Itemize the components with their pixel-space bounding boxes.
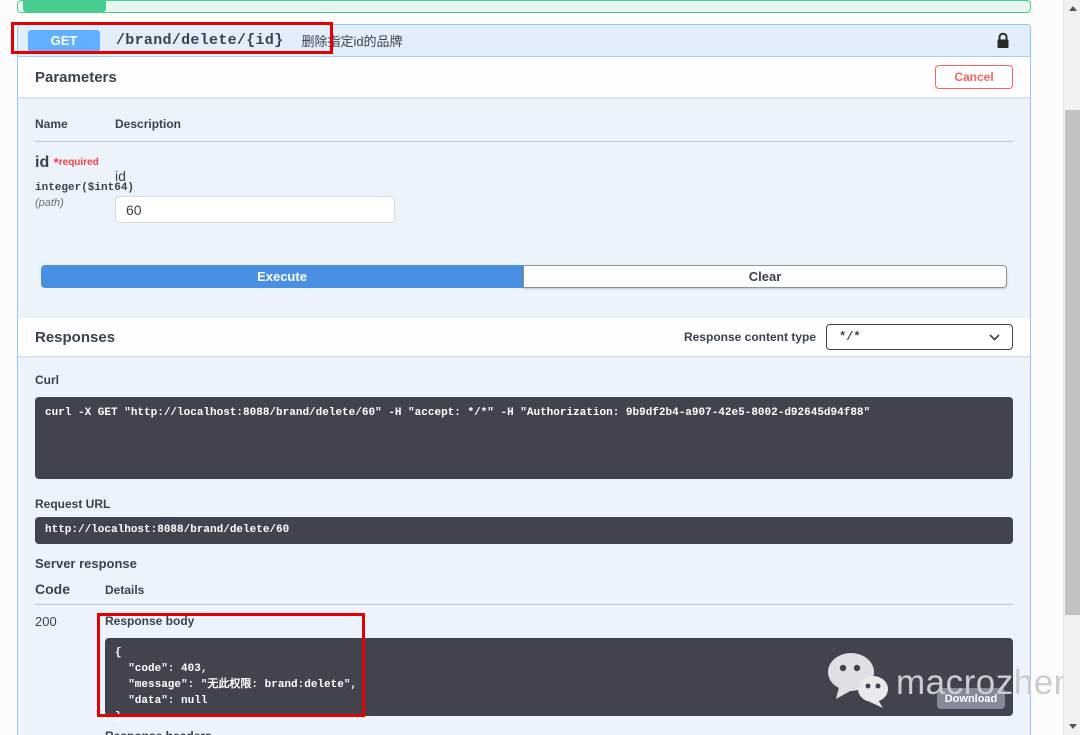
execute-wrapper: Execute Clear: [41, 265, 1007, 288]
parameter-description-cell: id: [115, 154, 1013, 223]
name-column-header: Name: [35, 117, 68, 131]
response-body-json: { "code": 403, "message": "无此权限: brand:d…: [115, 647, 358, 723]
authorization-lock-icon[interactable]: [996, 32, 1010, 49]
previous-endpoint-block[interactable]: [17, 0, 1031, 13]
details-column-header: Details: [105, 583, 145, 597]
responses-title: Responses: [35, 328, 116, 346]
response-content-type-label: Response content type: [683, 330, 816, 344]
id-value-input[interactable]: [115, 196, 395, 223]
response-content-type-select[interactable]: */*: [826, 324, 1013, 350]
endpoint-path: /brand/delete/{id}: [116, 32, 284, 49]
status-code: 200: [35, 614, 57, 629]
required-label: required: [58, 157, 99, 168]
request-url-label: Request URL: [35, 497, 111, 511]
responses-body: Curl curl -X GET "http://localhost:8088/…: [18, 356, 1030, 735]
parameter-description: id: [115, 168, 126, 184]
parameter-name: id *required: [35, 154, 99, 171]
parameters-header: Parameters Cancel: [18, 57, 1030, 97]
curl-label: Curl: [35, 373, 59, 387]
response-table-header: Code Details: [35, 581, 1013, 605]
content-type-value: */*: [839, 330, 861, 344]
clear-button[interactable]: Clear: [523, 265, 1007, 288]
server-response-label: Server response: [35, 556, 137, 571]
chevron-down-icon: [989, 328, 1000, 346]
response-body-block: { "code": 403, "message": "无此权限: brand:d…: [105, 638, 1013, 723]
response-headers-label: Response headers: [105, 729, 1013, 735]
parameter-type: integer($int64): [35, 182, 135, 194]
get-method-badge: GET: [28, 29, 100, 52]
parameters-title: Parameters: [35, 68, 117, 86]
scrollbar-down-arrow[interactable]: [1064, 718, 1080, 735]
response-content-type-group: Response content type */*: [684, 324, 1013, 350]
response-details-cell: Response body { "code": 403, "message": …: [105, 614, 1013, 735]
parameters-body: Name Description id *required integer($i…: [18, 97, 1030, 288]
response-body-label: Response body: [105, 614, 195, 628]
parameter-meta: id *required integer($int64) (path): [35, 154, 135, 223]
code-column-header: Code: [35, 581, 70, 597]
endpoint-description: 删除指定id的品牌: [301, 34, 403, 49]
response-row: 200 Response body { "code": 403, "messag…: [35, 605, 1013, 735]
scrollbar-thumb[interactable]: [1065, 110, 1080, 615]
parameters-table-header: Name Description: [35, 117, 1013, 142]
vertical-scrollbar[interactable]: [1063, 0, 1080, 735]
scrollbar-up-arrow[interactable]: [1064, 0, 1080, 17]
get-brand-delete-opblock: GET /brand/delete/{id} 删除指定id的品牌 Paramet…: [17, 24, 1031, 735]
parameter-location: (path): [35, 197, 64, 209]
cancel-button[interactable]: Cancel: [935, 65, 1013, 89]
swagger-content: GET /brand/delete/{id} 删除指定id的品牌 Paramet…: [17, 0, 1031, 735]
execute-button[interactable]: Execute: [41, 265, 523, 288]
parameter-row-id: id *required integer($int64) (path) id: [35, 142, 1013, 223]
responses-header: Responses Response content type */*: [18, 318, 1030, 356]
request-url-block: http://localhost:8088/brand/delete/60: [35, 517, 1013, 544]
download-button[interactable]: Download: [937, 688, 1005, 709]
post-method-badge: [23, 1, 106, 12]
curl-command-block: curl -X GET "http://localhost:8088/brand…: [35, 397, 1013, 479]
description-column-header: Description: [115, 117, 182, 131]
endpoint-summary-row[interactable]: GET /brand/delete/{id} 删除指定id的品牌: [18, 25, 1030, 57]
